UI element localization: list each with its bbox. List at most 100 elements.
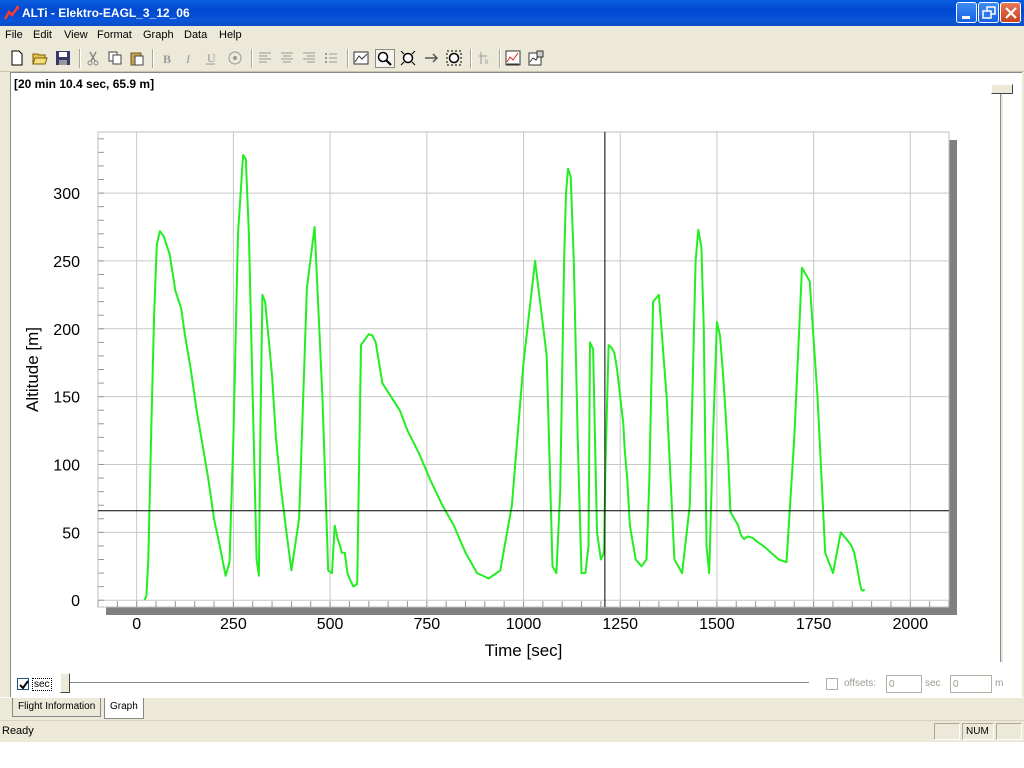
marker-button[interactable]: k <box>476 49 496 68</box>
chart-settings-icon <box>528 50 544 66</box>
bullet-list-button[interactable] <box>322 49 342 68</box>
save-button[interactable] <box>54 49 74 68</box>
status-num: NUM <box>962 723 994 740</box>
minimize-icon <box>962 16 970 19</box>
graph-properties-icon <box>353 51 369 65</box>
marker-icon: k <box>479 52 489 66</box>
italic-button[interactable]: I <box>180 49 200 68</box>
italic-icon: I <box>185 52 191 66</box>
sec-checkbox-label[interactable]: sec <box>32 678 52 691</box>
zoom-window-icon <box>446 50 462 66</box>
open-button[interactable] <box>31 49 51 68</box>
close-icon <box>1005 7 1017 19</box>
y-tick-label: 0 <box>71 593 80 610</box>
zoom-window-button[interactable] <box>445 49 465 68</box>
y-tick-label: 200 <box>53 322 80 339</box>
x-tick-label: 1750 <box>796 616 832 633</box>
cut-button[interactable] <box>84 49 104 68</box>
menu-bar: File Edit View Format Graph Data Help <box>0 26 1024 45</box>
underline-button[interactable]: U <box>202 49 222 68</box>
y-axis-label: Altitude [m] <box>23 327 42 412</box>
status-text: Ready <box>2 725 34 737</box>
x-tick-label: 500 <box>317 616 344 633</box>
graph-properties-button[interactable] <box>352 49 372 68</box>
copy-icon <box>108 51 122 65</box>
offset-m-input[interactable] <box>950 675 992 693</box>
copy-button[interactable] <box>106 49 126 68</box>
menu-edit[interactable]: Edit <box>33 28 52 43</box>
x-tick-label: 750 <box>413 616 440 633</box>
offset-m-unit: m <box>995 678 1004 689</box>
zoom-fit-icon <box>400 50 416 66</box>
zoom-icon <box>377 51 392 66</box>
horizontal-slider-track[interactable] <box>65 682 809 686</box>
horizontal-slider-thumb[interactable] <box>60 673 70 693</box>
tab-flight-information[interactable]: Flight Information <box>12 698 102 717</box>
desktop-background <box>0 742 1024 768</box>
offset-sec-input[interactable] <box>886 675 922 693</box>
bold-button[interactable]: B <box>158 49 178 68</box>
menu-graph[interactable]: Graph <box>143 28 174 43</box>
vertical-slider-thumb[interactable] <box>991 84 1013 94</box>
font-color-button[interactable] <box>226 49 246 68</box>
font-color-icon <box>228 51 242 65</box>
y-tick-label: 150 <box>53 390 80 407</box>
toolbar-separator <box>499 49 501 68</box>
offsets-checkbox[interactable] <box>826 678 838 690</box>
menu-data[interactable]: Data <box>184 28 207 43</box>
title-bar[interactable]: ALTi - Elektro-EAGL_3_12_06 <box>0 0 1024 26</box>
open-folder-icon <box>32 53 48 65</box>
align-center-button[interactable] <box>278 49 298 68</box>
restore-icon <box>982 6 996 19</box>
toolbar: B I U k <box>0 45 1024 72</box>
x-tick-label: 0 <box>132 616 141 633</box>
tab-graph[interactable]: Graph <box>104 698 144 719</box>
offset-sec-unit: sec <box>925 678 941 689</box>
altitude-chart[interactable]: 0 50 100 150 200 250 300 0 250 500 750 1000 1250 1500… <box>0 72 1024 672</box>
paste-button[interactable] <box>128 49 148 68</box>
menu-format[interactable]: Format <box>97 28 132 43</box>
new-file-icon <box>11 50 23 66</box>
toolbar-separator <box>251 49 253 68</box>
new-button[interactable] <box>8 49 28 68</box>
underline-icon: U <box>206 51 216 65</box>
align-left-icon <box>259 52 271 63</box>
save-icon <box>56 51 70 65</box>
sec-checkbox[interactable] <box>17 678 29 690</box>
vertical-slider-track[interactable] <box>1000 84 1004 662</box>
close-button[interactable] <box>1000 2 1021 23</box>
cut-icon <box>87 51 99 66</box>
x-tick-label: 1250 <box>602 616 638 633</box>
tab-strip: Flight Information Graph <box>0 697 1024 719</box>
chart-settings-button[interactable] <box>527 49 547 68</box>
status-caps <box>934 723 960 740</box>
y-tick-label: 50 <box>62 525 80 542</box>
svg-text:B: B <box>163 52 171 66</box>
status-scrl <box>996 723 1022 740</box>
minimize-button[interactable] <box>956 2 977 23</box>
menu-file[interactable]: File <box>5 28 23 43</box>
bullet-list-icon <box>325 53 337 63</box>
chart-button[interactable] <box>504 49 524 68</box>
zoom-button[interactable] <box>375 49 395 68</box>
zoom-fit-button[interactable] <box>399 49 419 68</box>
menu-view[interactable]: View <box>64 28 88 43</box>
toolbar-separator <box>470 49 472 68</box>
window-title: ALTi - Elektro-EAGL_3_12_06 <box>22 6 190 20</box>
status-bar: Ready NUM <box>0 720 1024 742</box>
align-right-icon <box>303 52 315 63</box>
restore-button[interactable] <box>978 2 999 23</box>
toolbar-separator <box>347 49 349 68</box>
y-tick-label: 250 <box>53 254 80 271</box>
menu-help[interactable]: Help <box>219 28 242 43</box>
x-tick-label: 2000 <box>893 616 929 633</box>
svg-text:I: I <box>185 52 191 66</box>
align-right-button[interactable] <box>300 49 320 68</box>
align-center-icon <box>281 52 293 63</box>
x-tick-label: 1000 <box>506 616 542 633</box>
toolbar-separator <box>79 49 81 68</box>
bold-icon: B <box>163 52 171 66</box>
align-left-button[interactable] <box>256 49 276 68</box>
svg-text:U: U <box>207 51 216 65</box>
pan-button[interactable] <box>422 49 442 68</box>
